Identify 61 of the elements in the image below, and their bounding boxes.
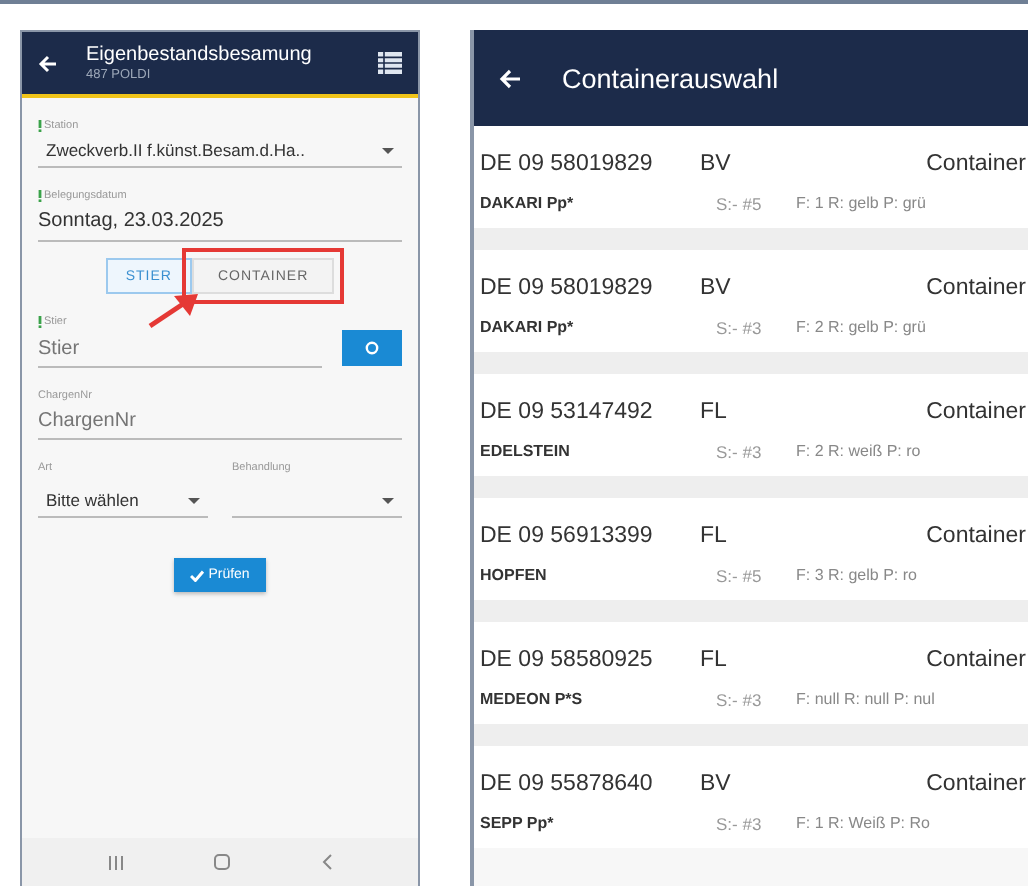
bull-name: DAKARI Pp* bbox=[480, 194, 576, 214]
screen-title: Containerauswahl bbox=[562, 63, 779, 93]
container-label: Container bbox=[924, 400, 1028, 424]
slot-text: S:- #5 bbox=[714, 194, 764, 214]
breed-code: BV bbox=[700, 276, 733, 300]
details-text: F: 1 R: Weiß P: Ro bbox=[794, 814, 932, 834]
ear-tag-number: DE 09 58019829 bbox=[480, 276, 655, 300]
details-text: F: 2 R: weiß P: ro bbox=[794, 442, 923, 462]
slot-text: S:- #3 bbox=[714, 442, 764, 462]
details-text: F: 3 R: gelb P: ro bbox=[794, 566, 919, 586]
container-label: Container bbox=[924, 276, 1028, 300]
dropdown-caret-icon bbox=[382, 147, 394, 153]
breed-code: FL bbox=[700, 648, 729, 672]
breed-code: FL bbox=[700, 400, 729, 424]
breed-code: FL bbox=[700, 524, 729, 548]
annotation-arrow bbox=[146, 290, 202, 330]
ear-tag-number: DE 09 58019829 bbox=[480, 152, 655, 176]
container-list-item[interactable]: DE 09 55878640 BV Container SEPP Pp* S:- #3 F: 1 R: Weiß P: Ro bbox=[474, 746, 1028, 848]
slot-text: S:- #3 bbox=[714, 814, 764, 834]
bull-name: SEPP Pp* bbox=[480, 814, 556, 834]
container-label: Container bbox=[924, 772, 1028, 796]
bull-name: EDELSTEIN bbox=[480, 442, 572, 462]
bull-name: DAKARI Pp* bbox=[480, 318, 576, 338]
recent-apps-icon[interactable] bbox=[107, 855, 124, 869]
breed-code: BV bbox=[700, 152, 733, 176]
container-label: Container bbox=[924, 524, 1028, 548]
slot-text: S:- #3 bbox=[714, 318, 764, 338]
dropdown-caret-icon bbox=[188, 497, 200, 503]
screen-title: Eigenbestandsbesamung bbox=[86, 44, 314, 66]
details-text: F: null R: null P: nul bbox=[794, 690, 937, 710]
art-select[interactable]: Bitte wählen bbox=[38, 484, 208, 518]
breed-code: BV bbox=[700, 772, 733, 796]
slot-text: S:- #3 bbox=[714, 690, 764, 710]
stier-input[interactable]: Stier bbox=[38, 332, 323, 368]
bull-name: MEDEON P*S bbox=[480, 690, 585, 710]
container-list-item[interactable]: DE 09 56913399 FL Container HOPFEN S:- #5 F: 3 R: gelb P: ro bbox=[474, 498, 1028, 600]
dropdown-caret-icon bbox=[382, 497, 394, 503]
station-select[interactable]: Zweckverb.II f.künst.Besam.d.Ha.. bbox=[38, 134, 402, 168]
details-text: F: 1 R: gelb P: grü bbox=[794, 194, 928, 214]
home-icon[interactable] bbox=[214, 854, 231, 870]
checkmark-icon bbox=[190, 569, 205, 581]
slot-text: S:- #5 bbox=[714, 566, 764, 586]
ear-tag-number: DE 09 55878640 bbox=[480, 772, 655, 796]
details-text: F: 2 R: gelb P: grü bbox=[794, 318, 928, 338]
back-arrow-icon[interactable] bbox=[38, 53, 58, 73]
ear-tag-number: DE 09 56913399 bbox=[480, 524, 655, 548]
ear-tag-number: DE 09 58580925 bbox=[480, 648, 655, 672]
container-list-item[interactable]: DE 09 53147492 FL Container EDELSTEIN S:- #3 F: 2 R: weiß P: ro bbox=[474, 374, 1028, 476]
list-icon[interactable] bbox=[378, 52, 402, 74]
container-list-item[interactable]: DE 09 58019829 BV Container DAKARI Pp* S:- #3 F: 2 R: gelb P: grü bbox=[474, 250, 1028, 352]
container-label: Container bbox=[924, 648, 1028, 672]
container-list-item[interactable]: DE 09 58580925 FL Container MEDEON P*S S:- #3 F: null R: null P: nul bbox=[474, 622, 1028, 724]
scan-button[interactable] bbox=[342, 330, 402, 366]
charge-input[interactable]: ChargenNr bbox=[38, 404, 402, 440]
container-list-item[interactable]: DE 09 58019829 BV Container DAKARI Pp* S:- #5 F: 1 R: gelb P: grü bbox=[474, 126, 1028, 228]
back-arrow-icon[interactable] bbox=[498, 67, 522, 89]
ear-tag-number: DE 09 53147492 bbox=[480, 400, 655, 424]
container-label: Container bbox=[924, 152, 1028, 176]
back-icon[interactable] bbox=[322, 854, 333, 870]
bull-name: HOPFEN bbox=[480, 566, 549, 586]
date-field[interactable]: Sonntag, 23.03.2025 bbox=[38, 204, 402, 242]
